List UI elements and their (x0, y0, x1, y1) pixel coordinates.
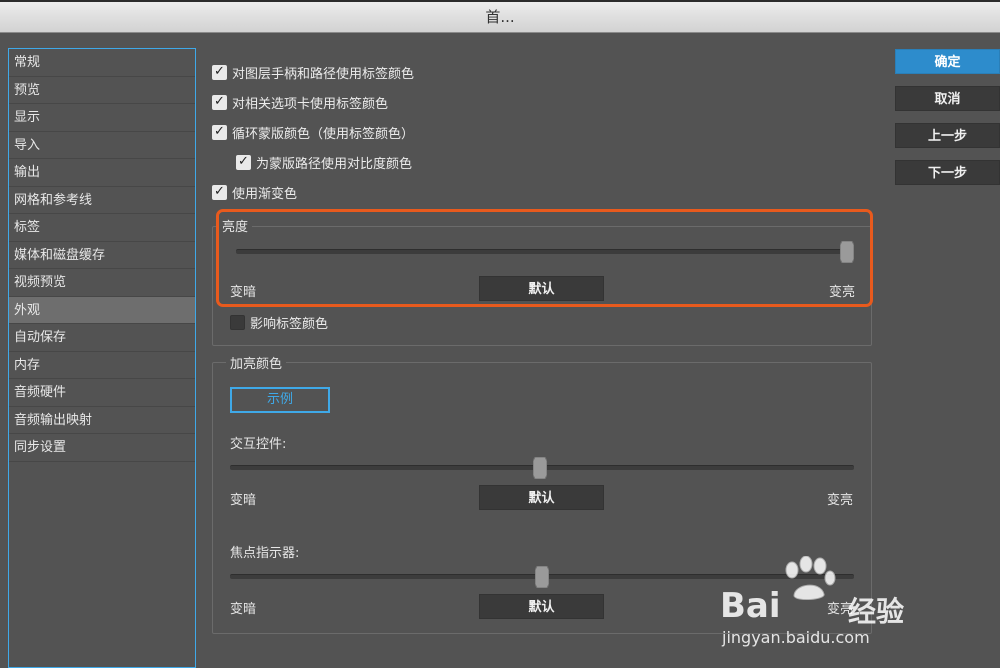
sidebar-item-video-preview[interactable]: 视频预览 (9, 269, 195, 297)
affect-label-label: 影响标签颜色 (250, 316, 329, 332)
checkbox-checked-icon[interactable]: ✓ (212, 124, 227, 140)
highlight-color-title: 加亮颜色 (226, 353, 287, 372)
highlight-sample-swatch: 示例 (230, 387, 330, 413)
watermark-url: jingyan.baidu.com (722, 628, 870, 647)
sidebar-item-appearance[interactable]: 外观 (9, 296, 195, 324)
focus-slider-thumb[interactable] (535, 566, 549, 588)
related-tabs-label: 对相关选项卡使用标签颜色 (232, 96, 389, 112)
cycle-mask-label: 循环蒙版颜色（使用标签颜色） (232, 126, 415, 142)
sidebar-item-output[interactable]: 输出 (9, 159, 195, 187)
brightness-slider-track[interactable] (236, 249, 852, 254)
focus-darker-label: 变暗 (230, 602, 257, 617)
brightness-slider-thumb[interactable] (840, 241, 854, 263)
sidebar-item-audio-output-mapping[interactable]: 音频输出映射 (9, 407, 195, 434)
mask-contrast-label: 为蒙版路径使用对比度颜色 (256, 156, 413, 172)
interactive-darker-label: 变暗 (230, 493, 257, 508)
window-title: 首... (485, 8, 515, 26)
paw-icon (785, 556, 836, 600)
interactive-slider-thumb[interactable] (533, 457, 547, 479)
affect-label-option[interactable]: 影响标签颜色 (230, 312, 328, 332)
sidebar-item-display[interactable]: 显示 (9, 104, 195, 132)
sidebar-item-preview[interactable]: 预览 (9, 77, 195, 104)
watermark-brand-cn: 经验 (848, 595, 905, 628)
sidebar-item-auto-save[interactable]: 自动保存 (9, 324, 195, 352)
preferences-sidebar: 常规 预览 显示 导入 输出 网格和参考线 标签 媒体和磁盘缓存 视频预览 外观… (8, 48, 196, 668)
layer-handles-option[interactable]: ✓ 对图层手柄和路径使用标签颜色 (212, 62, 414, 82)
sidebar-item-media-cache[interactable]: 媒体和磁盘缓存 (9, 242, 195, 269)
focus-indicator-label: 焦点指示器: (230, 546, 300, 561)
checkbox-checked-icon[interactable]: ✓ (212, 64, 227, 80)
sidebar-item-audio-hardware[interactable]: 音频硬件 (9, 379, 195, 407)
checkbox-unchecked-icon[interactable] (230, 314, 245, 330)
checkbox-checked-icon[interactable]: ✓ (236, 154, 251, 170)
interactive-lighter-label: 变亮 (827, 493, 854, 508)
sidebar-item-grids-guides[interactable]: 网格和参考线 (9, 187, 195, 214)
checkbox-checked-icon[interactable]: ✓ (212, 184, 227, 200)
related-tabs-option[interactable]: ✓ 对相关选项卡使用标签颜色 (212, 92, 388, 112)
watermark-brand: Bai (720, 586, 781, 626)
sidebar-item-general[interactable]: 常规 (9, 49, 195, 77)
sidebar-item-labels[interactable]: 标签 (9, 214, 195, 242)
cycle-mask-option[interactable]: ✓ 循环蒙版颜色（使用标签颜色） (212, 122, 414, 142)
layer-handles-label: 对图层手柄和路径使用标签颜色 (232, 66, 415, 82)
next-button[interactable]: 下一步 (895, 160, 1000, 185)
use-gradients-option[interactable]: ✓ 使用渐变色 (212, 182, 297, 202)
cancel-button[interactable]: 取消 (895, 86, 1000, 111)
sidebar-item-sync-settings[interactable]: 同步设置 (9, 434, 195, 462)
baidu-jingyan-watermark: Bai 经验 jingyan.baidu.com (720, 556, 950, 647)
previous-button[interactable]: 上一步 (895, 123, 1000, 148)
window-titlebar: 首... (0, 0, 1000, 33)
brightness-lighter-label: 变亮 (829, 285, 856, 300)
use-gradients-label: 使用渐变色 (232, 186, 298, 202)
brightness-darker-label: 变暗 (230, 285, 257, 300)
ok-button[interactable]: 确定 (895, 49, 1000, 74)
sidebar-item-import[interactable]: 导入 (9, 132, 195, 159)
brightness-default-button[interactable]: 默认 (479, 276, 604, 301)
checkbox-checked-icon[interactable]: ✓ (212, 94, 227, 110)
interactive-default-button[interactable]: 默认 (479, 485, 604, 510)
sidebar-item-memory[interactable]: 内存 (9, 352, 195, 379)
mask-contrast-option[interactable]: ✓ 为蒙版路径使用对比度颜色 (236, 152, 412, 172)
focus-default-button[interactable]: 默认 (479, 594, 604, 619)
interactive-controls-label: 交互控件: (230, 437, 287, 452)
